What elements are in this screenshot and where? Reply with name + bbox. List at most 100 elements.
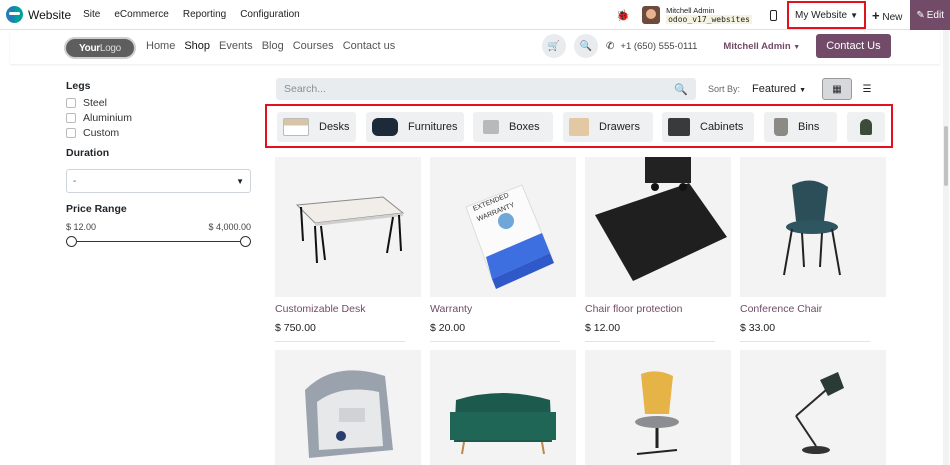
product-card-office-chair[interactable]: [585, 350, 731, 465]
product-card-office-pod[interactable]: [275, 350, 421, 465]
admin-bar: Website Site eCommerce Reporting Configu…: [0, 0, 950, 30]
category-drawers[interactable]: Drawers: [563, 112, 653, 142]
nav-events[interactable]: Events: [219, 40, 253, 52]
category-lamps[interactable]: [847, 112, 885, 142]
product-search-bar[interactable]: Search... 🔍: [276, 78, 696, 100]
lamp-thumbnail: [860, 119, 872, 135]
sort-label: Sort By:: [708, 84, 741, 94]
plus-icon: +: [871, 7, 880, 23]
menu-site[interactable]: Site: [83, 9, 100, 20]
product-image[interactable]: EXTENDED WARRANTY: [430, 157, 576, 297]
logo-bold: Your: [79, 42, 100, 54]
user-avatar[interactable]: [642, 6, 661, 24]
category-strip: Desks Furnitures Boxes Drawers Cabinets …: [265, 104, 893, 148]
product-name[interactable]: Customizable Desk: [275, 303, 421, 315]
new-button[interactable]: + New: [872, 8, 902, 23]
drawer-thumbnail: [569, 118, 589, 136]
category-bins[interactable]: Bins: [764, 112, 837, 142]
user-menu[interactable]: Mitchell Admin ▼: [723, 41, 800, 52]
menu-reporting[interactable]: Reporting: [183, 9, 226, 20]
page-scrollbar[interactable]: [943, 30, 949, 465]
nav-shop[interactable]: Shop: [184, 40, 210, 52]
list-view-icon[interactable]: ☰: [852, 78, 882, 100]
product-image[interactable]: [275, 157, 421, 297]
checkbox[interactable]: [66, 128, 76, 138]
product-image[interactable]: [585, 157, 731, 297]
admin-bar-right: 🐞 Mitchell Admin odoo_v17_websites My We…: [616, 0, 950, 30]
database-name: odoo_v17_websites: [666, 15, 752, 24]
divider: [740, 341, 870, 342]
view-toggle: ▦ ☰: [822, 78, 882, 100]
contact-us-button[interactable]: Contact Us: [816, 34, 891, 58]
grid-view-icon[interactable]: ▦: [822, 78, 852, 100]
product-price: $ 750.00: [275, 322, 316, 334]
filter-label: Custom: [83, 127, 120, 139]
price-range-title: Price Range: [66, 203, 127, 215]
cabinet-thumbnail: [668, 118, 690, 136]
slider-min-handle[interactable]: [66, 236, 77, 247]
filter-steel[interactable]: Steel: [66, 97, 256, 109]
office-pod-icon: [305, 370, 393, 458]
product-card-desk-lamp[interactable]: [740, 350, 886, 465]
filter-label: Aluminium: [83, 112, 133, 124]
category-desks[interactable]: Desks: [277, 112, 356, 142]
new-label: New: [882, 11, 903, 23]
filter-custom[interactable]: Custom: [66, 127, 256, 139]
product-card-customizable-desk[interactable]: Customizable Desk $ 750.00: [275, 157, 421, 342]
menu-configuration[interactable]: Configuration: [240, 9, 299, 20]
website-switcher-button[interactable]: My Website ▼: [787, 1, 866, 29]
category-boxes[interactable]: Boxes: [473, 112, 553, 142]
product-image[interactable]: [430, 350, 576, 465]
filter-aluminium[interactable]: Aluminium: [66, 112, 256, 124]
price-range-slider[interactable]: [66, 236, 251, 248]
cart-icon[interactable]: 🛒: [542, 34, 566, 58]
product-image[interactable]: [740, 157, 886, 297]
nav-home[interactable]: Home: [146, 40, 175, 52]
mobile-preview-icon[interactable]: [770, 9, 777, 21]
duration-value: -: [73, 175, 77, 187]
site-logo[interactable]: Your Logo: [64, 37, 136, 59]
product-name[interactable]: Warranty: [430, 303, 576, 315]
search-icon[interactable]: 🔍: [574, 34, 598, 58]
desk-icon: [295, 196, 405, 264]
brand-label: Website: [28, 7, 72, 22]
nav-courses[interactable]: Courses: [293, 40, 334, 52]
search-icon[interactable]: 🔍: [674, 83, 688, 96]
checkbox[interactable]: [66, 98, 76, 108]
product-card-sofa[interactable]: [430, 350, 576, 465]
menu-ecommerce[interactable]: eCommerce: [114, 9, 168, 20]
category-furnitures[interactable]: Furnitures: [366, 112, 464, 142]
product-card-chair-floor-protection[interactable]: Chair floor protection $ 12.00: [585, 157, 731, 342]
duration-select[interactable]: - ▼: [66, 169, 251, 193]
nav-contact-us[interactable]: Contact us: [343, 40, 396, 52]
nav-blog[interactable]: Blog: [262, 40, 284, 52]
product-image[interactable]: [585, 350, 731, 465]
product-image[interactable]: [740, 350, 886, 465]
sort-by: Sort By: Featured ▼: [708, 81, 812, 97]
category-cabinets[interactable]: Cabinets: [662, 112, 754, 142]
search-input[interactable]: Search...: [284, 83, 326, 95]
website-app-brand[interactable]: Website: [6, 6, 71, 23]
product-card-warranty[interactable]: EXTENDED WARRANTY Warranty $ 20.00: [430, 157, 576, 342]
edit-button[interactable]: ✎ Edit: [910, 0, 950, 30]
checkbox[interactable]: [66, 113, 76, 123]
product-image[interactable]: [275, 350, 421, 465]
desk-lamp-icon: [795, 372, 844, 454]
edit-label: Edit: [926, 9, 944, 21]
chair-icon: [783, 180, 841, 276]
sort-select[interactable]: Featured ▼: [746, 81, 812, 97]
sort-value: Featured: [752, 83, 797, 95]
scrollbar-thumb[interactable]: [944, 126, 948, 186]
category-label: Desks: [319, 121, 350, 133]
product-price: $ 33.00: [740, 322, 776, 334]
slider-max-handle[interactable]: [240, 236, 251, 247]
product-card-conference-chair[interactable]: Conference Chair $ 33.00: [740, 157, 886, 342]
category-label: Furnitures: [408, 121, 458, 133]
user-switcher[interactable]: Mitchell Admin odoo_v17_websites: [666, 6, 752, 24]
sofa-icon: [450, 393, 556, 455]
browser-page: Website Site eCommerce Reporting Configu…: [0, 0, 950, 465]
product-name[interactable]: Conference Chair: [740, 303, 886, 315]
phone-number[interactable]: +1 (650) 555-0111: [620, 41, 697, 52]
debug-bug-icon[interactable]: 🐞: [616, 9, 630, 22]
product-name[interactable]: Chair floor protection: [585, 303, 731, 315]
